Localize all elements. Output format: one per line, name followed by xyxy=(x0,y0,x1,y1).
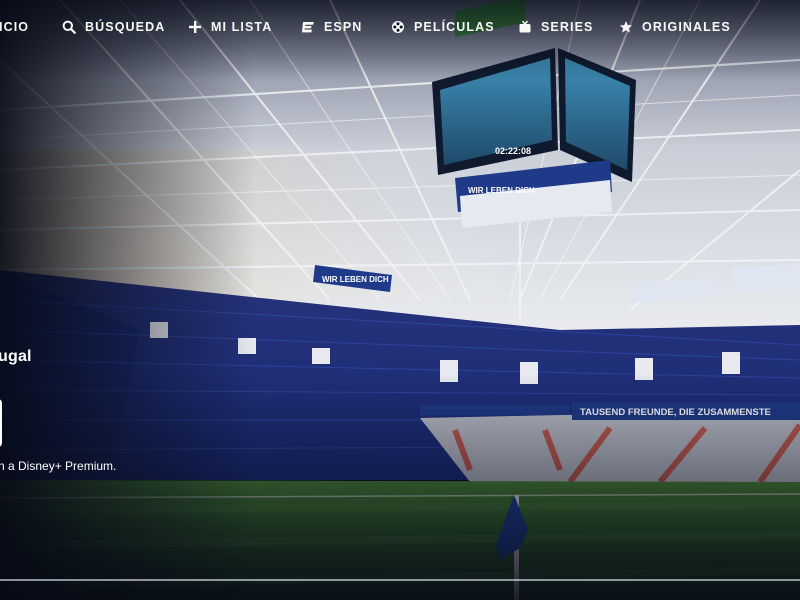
stadium-image: 02:22:08 WIR LEBEN DICH WIR LEBEN DICH T… xyxy=(0,0,800,600)
scoreboard-time: 02:22:08 xyxy=(495,146,531,156)
roof-banner: WIR LEBEN DICH xyxy=(322,275,389,284)
nav-item-series[interactable]: SERIES xyxy=(518,18,593,36)
plus-icon xyxy=(188,20,202,34)
hero-subtitle: n a Disney+ Premium. xyxy=(0,459,117,473)
star-icon xyxy=(619,20,633,34)
nav-item-label: ICIO xyxy=(0,20,30,34)
hero-title: ugal xyxy=(0,348,32,365)
tv-icon xyxy=(518,20,532,34)
espn-icon xyxy=(301,20,315,34)
nav-item-label: ESPN xyxy=(324,20,363,34)
film-reel-icon xyxy=(391,20,405,34)
nav-item-label: BÚSQUEDA xyxy=(85,20,166,34)
hero-divider-line xyxy=(0,579,800,581)
nav-item-inicio[interactable]: ICIO xyxy=(0,18,29,36)
top-navigation: ICIO BÚSQUEDA MI LISTA ESPN PELÍCULAS SE… xyxy=(0,0,800,54)
nav-item-originales[interactable]: ORIGINALES xyxy=(619,18,731,36)
stand-banner: TAUSEND FREUNDE, DIE ZUSAMMENSTE xyxy=(580,407,771,418)
scoreboard-banner: WIR LEBEN DICH xyxy=(468,186,535,195)
nav-item-label: SERIES xyxy=(541,20,594,34)
nav-item-busqueda[interactable]: BÚSQUEDA xyxy=(62,18,165,36)
nav-item-mi-lista[interactable]: MI LISTA xyxy=(188,18,272,36)
nav-item-label: PELÍCULAS xyxy=(414,20,495,34)
nav-item-peliculas[interactable]: PELÍCULAS xyxy=(391,18,495,36)
hero-play-button[interactable] xyxy=(0,399,2,447)
search-icon xyxy=(62,20,76,34)
nav-item-label: MI LISTA xyxy=(211,20,273,34)
nav-item-espn[interactable]: ESPN xyxy=(301,18,362,36)
hero-background: 02:22:08 WIR LEBEN DICH WIR LEBEN DICH T… xyxy=(0,0,800,600)
nav-item-label: ORIGINALES xyxy=(642,20,731,34)
